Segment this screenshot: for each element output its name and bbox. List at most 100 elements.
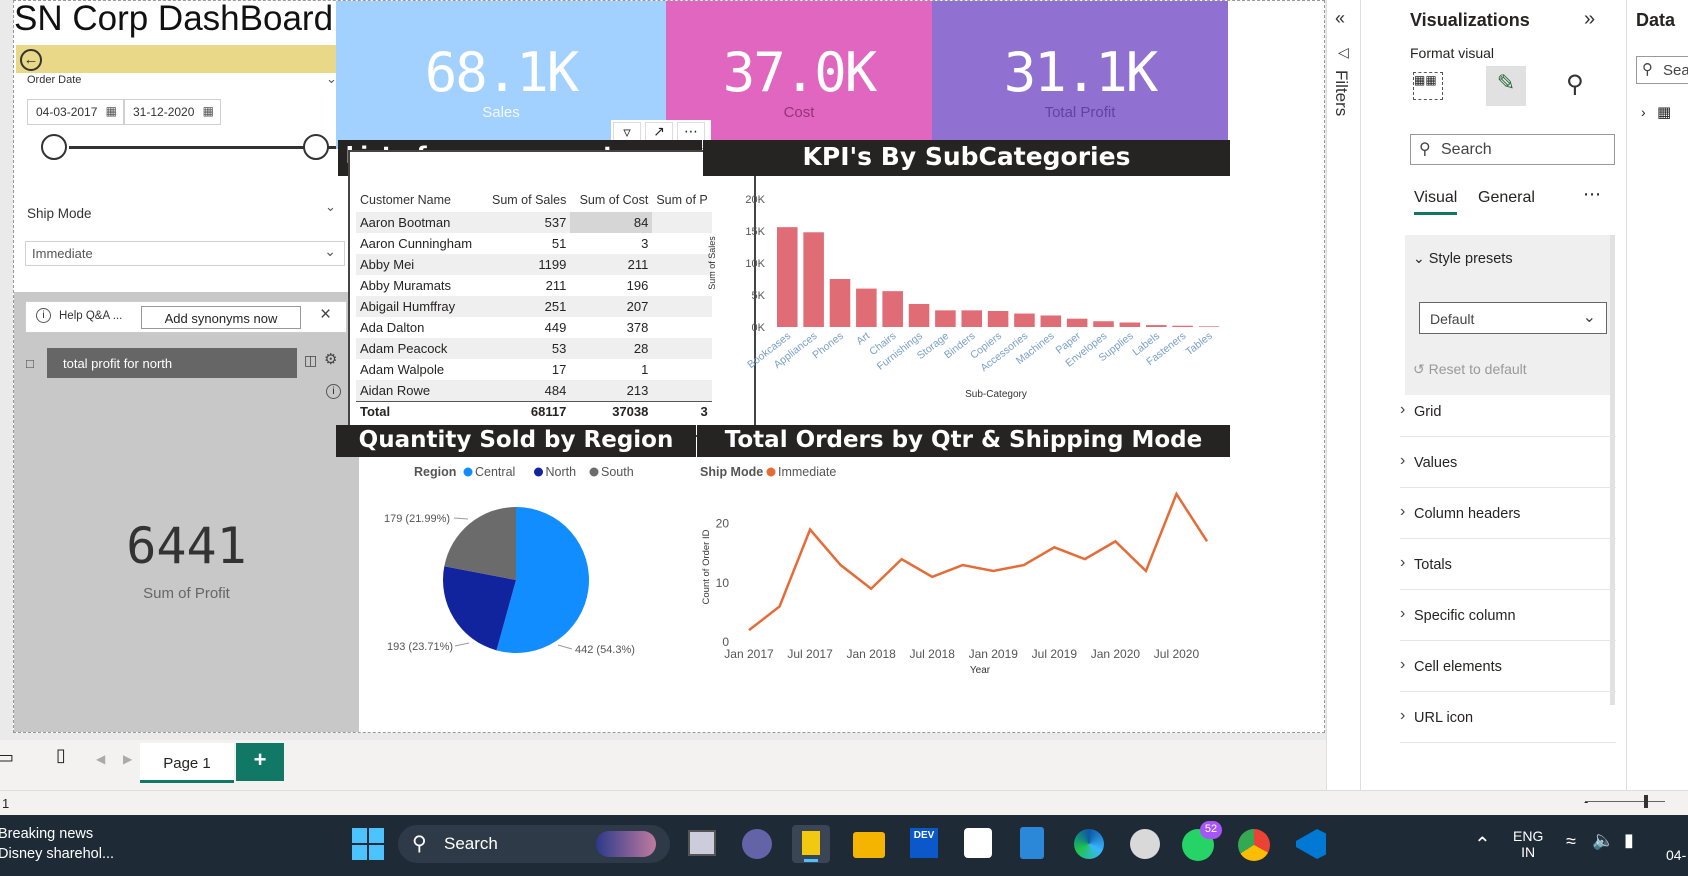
chevron-up-icon[interactable]: ⌃ bbox=[1474, 832, 1491, 857]
ms-store-icon[interactable] bbox=[964, 828, 992, 858]
slider-start-handle[interactable] bbox=[41, 134, 67, 160]
table-cell: 3 bbox=[641, 236, 649, 251]
hierarchy-icon[interactable]: ◫ bbox=[304, 352, 317, 369]
profit-card[interactable]: 31.1K Total Profit bbox=[932, 1, 1228, 149]
table-row[interactable]: Adam Peacock 53 28 bbox=[356, 338, 712, 359]
table-cell: 53 bbox=[488, 338, 571, 359]
format-visual-icon[interactable]: ✎ bbox=[1486, 66, 1526, 106]
chevron-right-icon[interactable]: › bbox=[1641, 104, 1646, 120]
notepad-icon[interactable] bbox=[1020, 827, 1044, 859]
column-header[interactable]: Sum of Sales bbox=[488, 188, 570, 212]
news-widget-text[interactable]: Disney sharehol... bbox=[0, 846, 114, 862]
double-chevron-right-icon[interactable]: » bbox=[1584, 8, 1595, 31]
slider-end-handle[interactable] bbox=[303, 134, 329, 160]
prev-page-icon[interactable]: ◀ bbox=[96, 752, 105, 766]
info-icon[interactable]: i bbox=[326, 384, 341, 399]
wifi-icon[interactable]: ≈ bbox=[1566, 831, 1576, 852]
app-icon[interactable] bbox=[1130, 829, 1160, 859]
table-row[interactable]: Abby Mei 1199 211 bbox=[356, 254, 712, 275]
build-visual-icon[interactable]: ▦▦ bbox=[1413, 72, 1443, 100]
column-header[interactable]: Sum of Cost bbox=[570, 188, 652, 212]
table-row[interactable]: Ada Dalton 449 378 bbox=[356, 317, 712, 338]
qa-visual: i Help Q&A ... Add synonyms now × □ tota… bbox=[14, 292, 359, 732]
language-indicator[interactable]: ENG IN bbox=[1513, 828, 1543, 860]
format-section-totals[interactable]: › Totals bbox=[1400, 539, 1616, 590]
page-number: 1 bbox=[2, 796, 10, 811]
region-pie-chart[interactable]: Region Central North South 179 (21.99%) 193 (… bbox=[336, 457, 696, 679]
table-cell: 51 bbox=[551, 236, 567, 251]
legend-item: Central bbox=[475, 465, 515, 479]
filters-label[interactable]: Filters bbox=[1331, 70, 1351, 116]
zoom-out-icon[interactable]: - bbox=[1584, 794, 1588, 809]
chevron-right-icon: › bbox=[1400, 452, 1406, 469]
ship-mode-dropdown[interactable]: Immediate ⌄ bbox=[25, 241, 345, 266]
mobile-view-icon[interactable]: ▯ bbox=[56, 745, 66, 766]
file-explorer-icon[interactable] bbox=[853, 832, 885, 858]
reset-default-button[interactable]: ↺ Reset to default bbox=[1413, 361, 1527, 378]
format-section-cell-elements[interactable]: › Cell elements bbox=[1400, 641, 1616, 692]
y-tick-label: 5K bbox=[752, 290, 766, 302]
preset-dropdown[interactable]: Default ⌄ bbox=[1419, 302, 1607, 334]
date-end-field[interactable]: 31-12-2020 ▦ bbox=[124, 99, 221, 125]
table-row[interactable]: Abigail Humffray 251 207 bbox=[356, 296, 712, 317]
news-widget-title[interactable]: Breaking news bbox=[0, 826, 93, 842]
y-tick-label: 20K bbox=[745, 194, 765, 206]
battery-icon[interactable]: ▮ bbox=[1624, 830, 1634, 851]
desktop-view-icon[interactable]: ▭ bbox=[0, 747, 14, 768]
qa-help-link[interactable]: Help Q&A ... bbox=[59, 310, 122, 322]
bar bbox=[1014, 313, 1035, 327]
table-row[interactable]: Aaron Cunningham 51 3 bbox=[356, 233, 712, 254]
tab-general[interactable]: General bbox=[1478, 189, 1535, 207]
back-arrow-icon[interactable]: ← bbox=[20, 49, 42, 71]
analytics-icon[interactable]: ⚲ bbox=[1566, 70, 1584, 99]
volume-icon[interactable]: 🔈 bbox=[1592, 830, 1614, 851]
powerbi-app-icon[interactable] bbox=[792, 825, 830, 863]
cost-value: 37.0K bbox=[722, 41, 878, 104]
teams-chat-icon[interactable] bbox=[742, 829, 772, 859]
next-page-icon[interactable]: ▶ bbox=[123, 752, 132, 766]
add-page-button[interactable]: + bbox=[236, 743, 284, 781]
date-start-field[interactable]: 04-03-2017 ▦ bbox=[27, 99, 124, 125]
add-synonyms-button[interactable]: Add synonyms now bbox=[141, 306, 301, 329]
chevron-down-icon[interactable]: ⌄ bbox=[325, 199, 336, 215]
taskbar-search-box[interactable]: ⚲ Search bbox=[398, 825, 670, 863]
filters-pane-collapsed[interactable]: « ◁ Filters bbox=[1326, 0, 1360, 790]
close-icon[interactable]: × bbox=[320, 304, 331, 326]
task-view-icon[interactable] bbox=[688, 830, 716, 856]
vis-search-input[interactable]: ⚲ Search bbox=[1410, 134, 1615, 165]
vscode-icon[interactable] bbox=[1296, 829, 1326, 859]
tab-page-1[interactable]: Page 1 bbox=[140, 743, 234, 783]
style-presets-header[interactable]: ⌄ Style presets bbox=[1413, 250, 1513, 267]
calendar-icon[interactable]: ▦ bbox=[203, 104, 214, 118]
column-header[interactable]: Customer Name bbox=[356, 188, 488, 212]
dev-home-icon[interactable]: DEV bbox=[910, 828, 938, 858]
edge-icon[interactable] bbox=[1074, 829, 1104, 859]
subcategory-bar-chart[interactable]: 0K5K10K15K20KSum of SalesBookcasesApplia… bbox=[703, 176, 1230, 422]
data-search-input[interactable]: ⚲ Sea bbox=[1636, 56, 1688, 84]
orders-line-chart[interactable]: Ship Mode Immediate01020Count of Order ID… bbox=[697, 457, 1230, 679]
page-tabs-bar: ▭ ▯ ◀ ▶ Page 1 + bbox=[0, 740, 1326, 790]
table-row[interactable]: Aaron Bootman 537 84 bbox=[356, 212, 712, 233]
format-section-values[interactable]: › Values bbox=[1400, 437, 1616, 488]
table-row[interactable]: Aidan Rowe 484 213 bbox=[356, 380, 712, 401]
calendar-icon[interactable]: ▦ bbox=[106, 104, 117, 118]
chrome-icon[interactable] bbox=[1238, 829, 1270, 861]
table-icon[interactable]: ▦ bbox=[1657, 103, 1671, 121]
windows-start-icon[interactable] bbox=[352, 828, 384, 860]
format-section-grid[interactable]: › Grid bbox=[1400, 386, 1616, 437]
table-row[interactable]: Abby Muramats 211 196 bbox=[356, 275, 712, 296]
format-section-url-icon[interactable]: › URL icon bbox=[1400, 692, 1616, 743]
section-label: Column headers bbox=[1414, 506, 1521, 522]
format-section-specific-column[interactable]: › Specific column bbox=[1400, 590, 1616, 641]
tab-visual[interactable]: Visual bbox=[1414, 189, 1458, 215]
qa-question-input[interactable]: total profit for north bbox=[47, 348, 297, 378]
more-options-icon[interactable]: ⋯ bbox=[1583, 184, 1601, 205]
format-section-column-headers[interactable]: › Column headers bbox=[1400, 488, 1616, 539]
zoom-handle[interactable] bbox=[1644, 795, 1648, 808]
customers-table[interactable]: Customer Name Sum of Sales Sum of Cost Sum … bbox=[348, 150, 756, 437]
zoom-slider[interactable] bbox=[1585, 801, 1665, 802]
clock[interactable]: 04- bbox=[1666, 847, 1686, 863]
table-row[interactable]: Adam Walpole 17 1 bbox=[356, 359, 712, 380]
double-chevron-left-icon[interactable]: « bbox=[1335, 8, 1345, 29]
gear-icon[interactable]: ⚙ bbox=[324, 350, 337, 368]
